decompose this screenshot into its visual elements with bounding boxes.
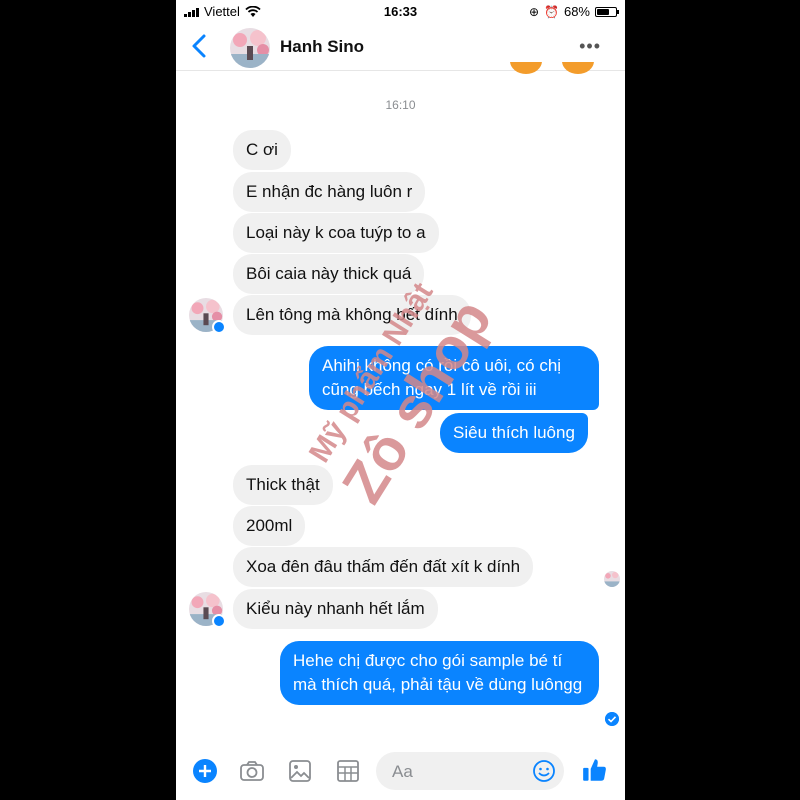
message-bubble-incoming[interactable]: C ơi [233,130,291,170]
seen-indicator-avatar [604,571,620,587]
contact-name[interactable]: Hanh Sino [280,37,364,57]
chat-timestamp: 16:10 [385,98,416,112]
contact-avatar[interactable] [230,28,270,68]
delivered-check-icon [605,712,619,726]
sticker-grid-icon[interactable] [335,758,361,784]
status-right: ⊕ ⏰ 68% [528,4,619,19]
message-bubble-incoming[interactable]: Xoa đên đâu thấm đến đất xít k dính [233,547,534,587]
emoji-icon[interactable] [532,759,556,783]
sender-avatar[interactable] [189,592,226,628]
plus-circle-icon[interactable] [192,758,218,784]
message-bubble-outgoing[interactable]: Hehe chị được cho gói sample bé tí mà th… [280,641,599,705]
message-input-box[interactable] [376,752,564,792]
message-bubble-incoming[interactable]: Kiểu này nhanh hết lắm [233,589,438,629]
message-bubble-incoming[interactable]: 200ml [233,506,306,546]
message-bubble-incoming[interactable]: Lên tông mà không bết dính [233,295,471,335]
status-bar: Viettel 16:33 ⊕ ⏰ 68% [176,0,625,24]
alarm-icon: ⏰ [544,4,559,19]
message-bubble-incoming[interactable]: E nhận đc hàng luôn r [233,172,426,212]
messenger-badge-icon [212,614,226,628]
battery-icon [595,6,619,17]
messenger-badge-icon [212,320,226,334]
message-bubble-incoming[interactable]: Loại này k coa tuýp to a [233,213,439,253]
message-input[interactable] [390,752,524,792]
message-bubble-incoming[interactable]: Thick thật [233,465,333,505]
chevron-left-icon[interactable] [188,32,212,60]
message-bubble-outgoing[interactable]: Siêu thích luông [440,413,588,453]
rotation-lock-icon: ⊕ [528,4,540,19]
chat-header: Hanh Sino ••• [176,24,625,71]
message-bubble-incoming[interactable]: Bôi caia này thick quá [233,254,425,294]
image-icon[interactable] [287,758,313,784]
message-composer [176,748,625,800]
message-bubble-outgoing[interactable]: Ahihi không có rồi cô uôi, có chị cũng b… [309,346,599,410]
thumbs-up-icon[interactable] [581,756,609,784]
camera-icon[interactable] [239,758,265,784]
sender-avatar[interactable] [189,298,226,334]
messenger-screen: Viettel 16:33 ⊕ ⏰ 68% Hanh Sino ••• 16:1… [176,0,625,800]
battery-percent: 68% [563,4,590,19]
more-dots-icon[interactable]: ••• [579,36,601,57]
